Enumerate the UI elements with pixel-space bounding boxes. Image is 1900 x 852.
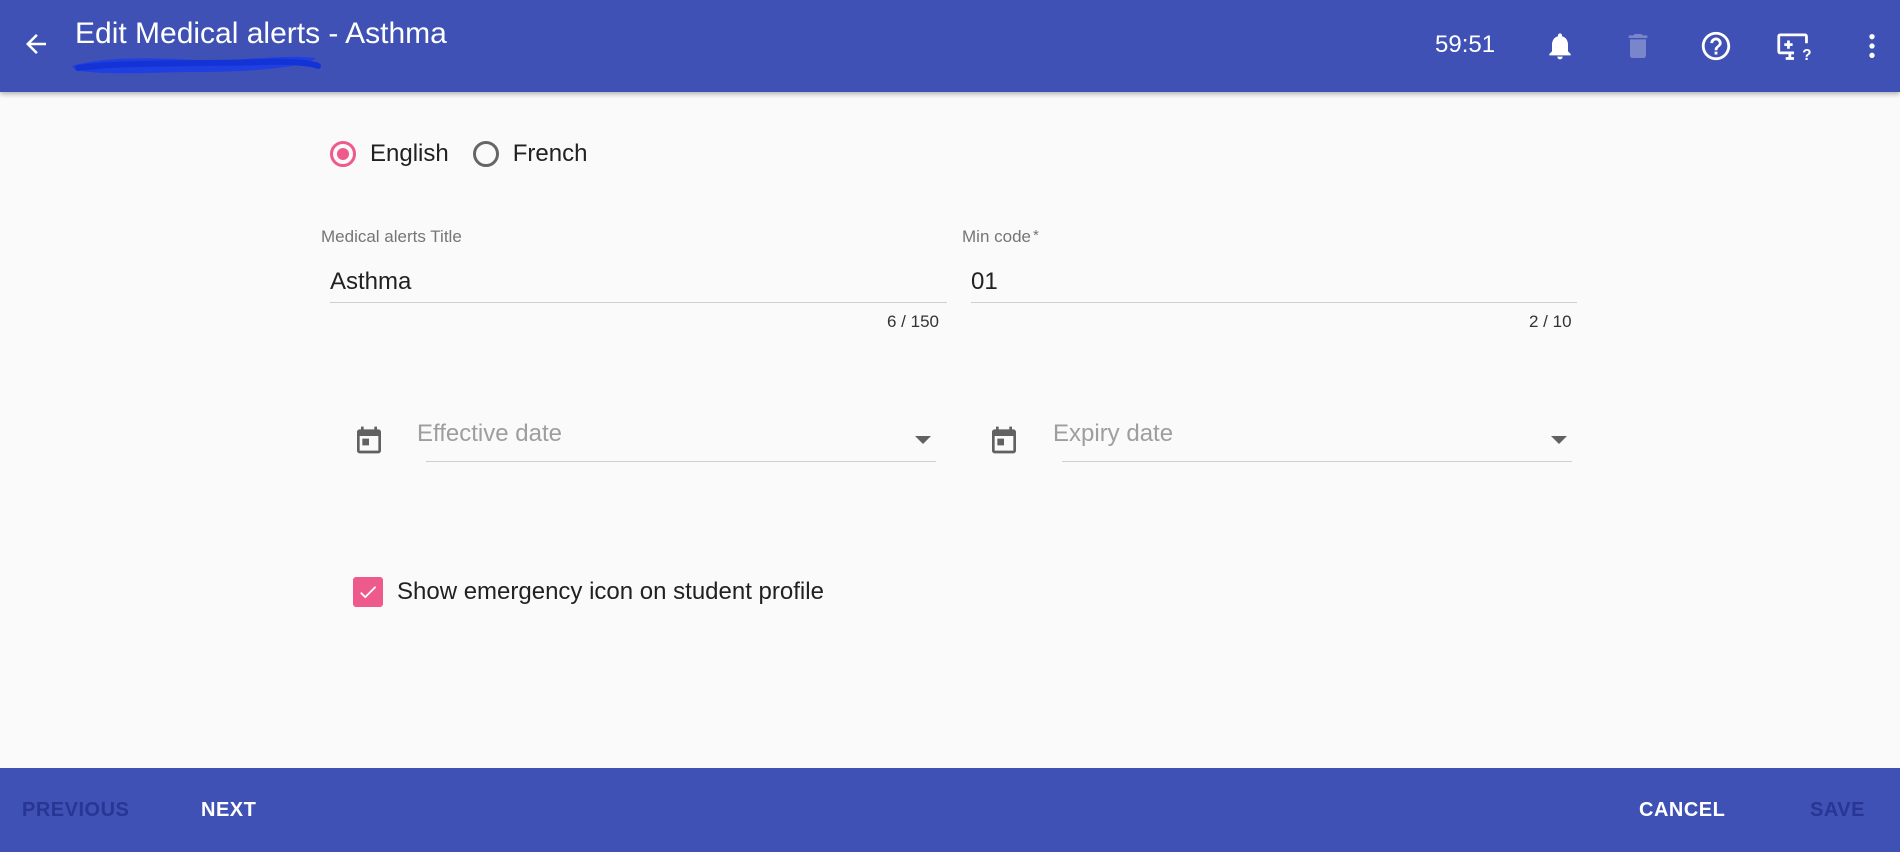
redaction-scribble — [72, 56, 321, 74]
screen-help-button[interactable]: ? — [1770, 22, 1818, 70]
radio-french-indicator[interactable] — [472, 141, 499, 167]
effective-date-calendar-icon[interactable] — [353, 422, 385, 458]
min-code-input[interactable] — [971, 265, 1571, 299]
emergency-icon-checkbox[interactable] — [353, 577, 383, 607]
title-char-counter: 6 / 150 — [887, 312, 939, 331]
bottom-action-bar: PREVIOUS NEXT CANCEL SAVE — [0, 768, 1900, 852]
arrow-left-icon — [26, 34, 46, 54]
trash-icon — [1628, 34, 1648, 58]
monitor-help-icon: ? — [1777, 33, 1812, 63]
bell-icon — [1549, 33, 1571, 60]
notifications-button[interactable] — [1536, 22, 1584, 70]
expiry-date-calendar-icon[interactable] — [988, 422, 1020, 458]
back-button[interactable] — [14, 22, 58, 66]
expiry-date-dropdown-arrow[interactable] — [1551, 436, 1567, 444]
title-underline — [330, 302, 947, 303]
svg-text:?: ? — [1802, 47, 1811, 63]
delete-button[interactable] — [1614, 22, 1662, 70]
expiry-date-input[interactable]: Expiry date — [1053, 420, 1173, 448]
effective-date-input[interactable]: Effective date — [417, 420, 562, 448]
min-code-char-counter: 2 / 10 — [1529, 312, 1572, 331]
save-button[interactable]: SAVE — [1810, 768, 1865, 852]
next-button[interactable]: NEXT — [201, 768, 256, 852]
radio-english-label: English — [370, 140, 449, 167]
session-timer: 59:51 — [1435, 31, 1496, 58]
help-button[interactable] — [1692, 22, 1740, 70]
effective-date-underline — [426, 461, 936, 462]
min-code-label: Min code — [962, 227, 1031, 246]
cancel-button[interactable]: CANCEL — [1639, 768, 1725, 852]
radio-french-label: French — [512, 140, 588, 167]
previous-button[interactable]: PREVIOUS — [22, 768, 129, 852]
more-vertical-icon — [1869, 34, 1875, 58]
language-radio-group: English French — [330, 140, 611, 168]
min-code-underline — [971, 302, 1577, 303]
title-field: Medical alerts Title — [321, 227, 946, 307]
required-mark: * — [1032, 227, 1039, 244]
expiry-date-underline — [1062, 461, 1572, 462]
check-icon — [360, 586, 377, 599]
effective-date-dropdown-arrow[interactable] — [915, 436, 931, 444]
title-field-label: Medical alerts Title — [321, 227, 462, 246]
form-content: English French — [0, 92, 1900, 768]
title-input[interactable] — [330, 265, 940, 299]
emergency-icon-checkbox-label: Show emergency icon on student profile — [397, 578, 824, 605]
radio-french[interactable]: French — [472, 140, 588, 168]
min-code-field: Min code * — [962, 227, 1582, 307]
radio-english[interactable]: English — [330, 140, 449, 168]
help-circle-icon — [1701, 31, 1731, 61]
more-options-button[interactable] — [1848, 22, 1896, 70]
app-bar: Edit Medical alerts - Asthma 59:51 ? — [0, 0, 1900, 92]
radio-english-indicator[interactable] — [330, 141, 356, 167]
